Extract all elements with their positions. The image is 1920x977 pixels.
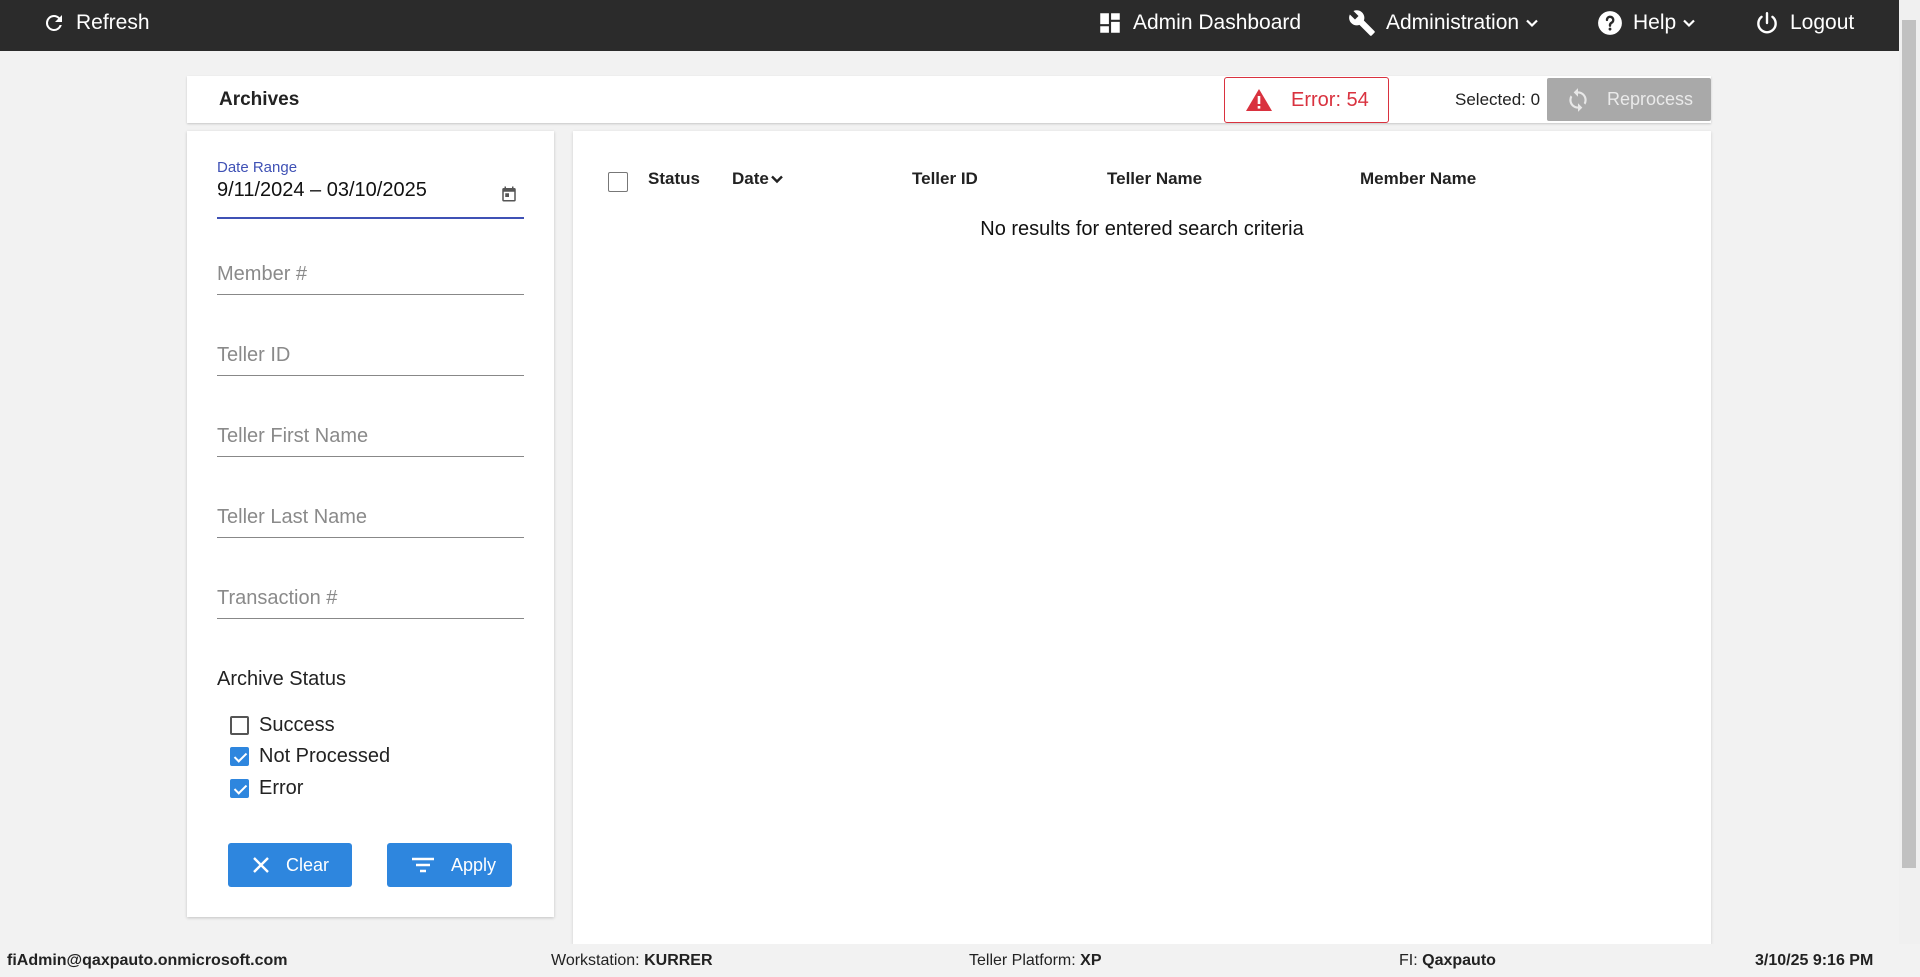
column-header-date-label: Date	[732, 169, 769, 188]
member-number-input[interactable]	[217, 255, 524, 293]
error-count-badge[interactable]: Error: 54	[1224, 77, 1389, 123]
fi-value: Qaxpauto	[1422, 952, 1496, 969]
date-range-value[interactable]: 9/11/2024 – 03/10/2025	[217, 179, 427, 202]
fi-label: FI:	[1399, 952, 1418, 969]
status-not-processed-checkbox[interactable]: Not Processed	[230, 745, 390, 768]
datetime-value: 3/10/25 9:16 PM	[1755, 952, 1874, 969]
checkbox-label: Error	[259, 777, 304, 799]
checkbox-box[interactable]	[230, 779, 249, 798]
teller-last-name-field[interactable]	[217, 498, 524, 538]
sort-desc-chevron-icon	[771, 175, 783, 184]
column-header-teller-name[interactable]: Teller Name	[1107, 169, 1202, 189]
footer-user: fiAdmin@qaxpauto.onmicrosoft.com	[7, 952, 288, 970]
power-icon	[1757, 12, 1777, 34]
selected-count: Selected: 0	[1455, 90, 1541, 109]
footer-fi: FI: Qaxpauto	[1399, 952, 1496, 970]
status-success-checkbox[interactable]: Success	[230, 714, 335, 737]
filter-panel: Date Range 9/11/2024 – 03/10/2025 Archiv…	[187, 131, 554, 917]
apply-button[interactable]: Apply	[387, 843, 512, 887]
footer-workstation: Workstation: KURRER	[551, 952, 713, 970]
status-footer: fiAdmin@qaxpauto.onmicrosoft.com Worksta…	[0, 944, 1899, 977]
refresh-button[interactable]: Refresh	[42, 0, 150, 46]
archives-header: Archives Error: 54 Selected: 0 Reprocess	[187, 76, 1711, 123]
chevron-down-icon	[1526, 19, 1538, 28]
administration-label: Administration	[1386, 11, 1520, 34]
transaction-number-input[interactable]	[217, 579, 524, 617]
page-title: Archives	[219, 89, 300, 110]
date-range-field[interactable]: Date Range 9/11/2024 – 03/10/2025	[217, 159, 524, 219]
archive-status-title: Archive Status	[217, 668, 346, 690]
reprocess-label: Reprocess	[1607, 89, 1694, 109]
teller-first-name-field[interactable]	[217, 417, 524, 457]
date-range-label: Date Range	[217, 159, 298, 176]
column-header-member-name[interactable]: Member Name	[1360, 169, 1476, 189]
logout-button[interactable]: Logout	[1754, 0, 1854, 46]
dashboard-icon	[1100, 13, 1120, 33]
top-navigation-bar: Refresh Admin Dashboard Administration H…	[0, 0, 1899, 51]
results-panel: Status Date Teller ID Teller Name Member…	[573, 131, 1711, 944]
sync-icon	[1569, 87, 1587, 112]
platform-value: XP	[1080, 952, 1102, 969]
transaction-number-field[interactable]	[217, 579, 524, 619]
checkbox-label: Success	[259, 714, 335, 736]
checkbox-box[interactable]	[230, 716, 249, 735]
column-header-date[interactable]: Date	[732, 169, 784, 189]
error-count-label: Error: 54	[1291, 88, 1369, 111]
chevron-down-icon	[1683, 19, 1695, 28]
refresh-icon	[45, 14, 62, 31]
checkbox-box[interactable]	[230, 747, 249, 766]
logout-label: Logout	[1790, 11, 1855, 34]
workstation-value: KURRER	[644, 952, 713, 969]
administration-menu[interactable]: Administration	[1348, 0, 1539, 46]
footer-teller-platform: Teller Platform: XP	[969, 952, 1102, 970]
status-error-checkbox[interactable]: Error	[230, 777, 303, 800]
scrollbar-thumb[interactable]	[1902, 20, 1916, 868]
column-header-status[interactable]: Status	[648, 169, 700, 189]
footer-datetime: 3/10/25 9:16 PM	[1755, 952, 1873, 970]
vertical-scrollbar[interactable]	[1899, 0, 1920, 944]
clear-button[interactable]: Clear	[228, 843, 352, 887]
teller-first-name-input[interactable]	[217, 417, 524, 455]
admin-dashboard-link[interactable]: Admin Dashboard	[1097, 0, 1301, 46]
filter-icon	[412, 857, 434, 873]
footer-user-email: fiAdmin@qaxpauto.onmicrosoft.com	[7, 952, 288, 969]
reprocess-button[interactable]: Reprocess	[1547, 78, 1711, 121]
select-all-checkbox[interactable]	[608, 172, 628, 192]
teller-id-input[interactable]	[217, 336, 524, 374]
apply-label: Apply	[451, 854, 497, 875]
teller-last-name-input[interactable]	[217, 498, 524, 536]
help-icon	[1598, 11, 1622, 35]
wrench-icon	[1349, 10, 1375, 36]
calendar-icon[interactable]	[500, 185, 518, 203]
warning-icon	[1246, 89, 1272, 111]
help-label: Help	[1633, 11, 1677, 34]
help-menu[interactable]: Help	[1597, 0, 1696, 46]
column-header-teller-id[interactable]: Teller ID	[912, 169, 978, 189]
clear-label: Clear	[286, 854, 330, 875]
teller-id-field[interactable]	[217, 336, 524, 376]
refresh-label: Refresh	[76, 11, 150, 34]
workstation-label: Workstation:	[551, 952, 640, 969]
admin-dashboard-label: Admin Dashboard	[1133, 11, 1302, 34]
member-number-field[interactable]	[217, 255, 524, 295]
close-icon	[253, 857, 269, 873]
platform-label: Teller Platform:	[969, 952, 1076, 969]
checkbox-label: Not Processed	[259, 745, 391, 767]
empty-results-message: No results for entered search criteria	[980, 218, 1304, 240]
